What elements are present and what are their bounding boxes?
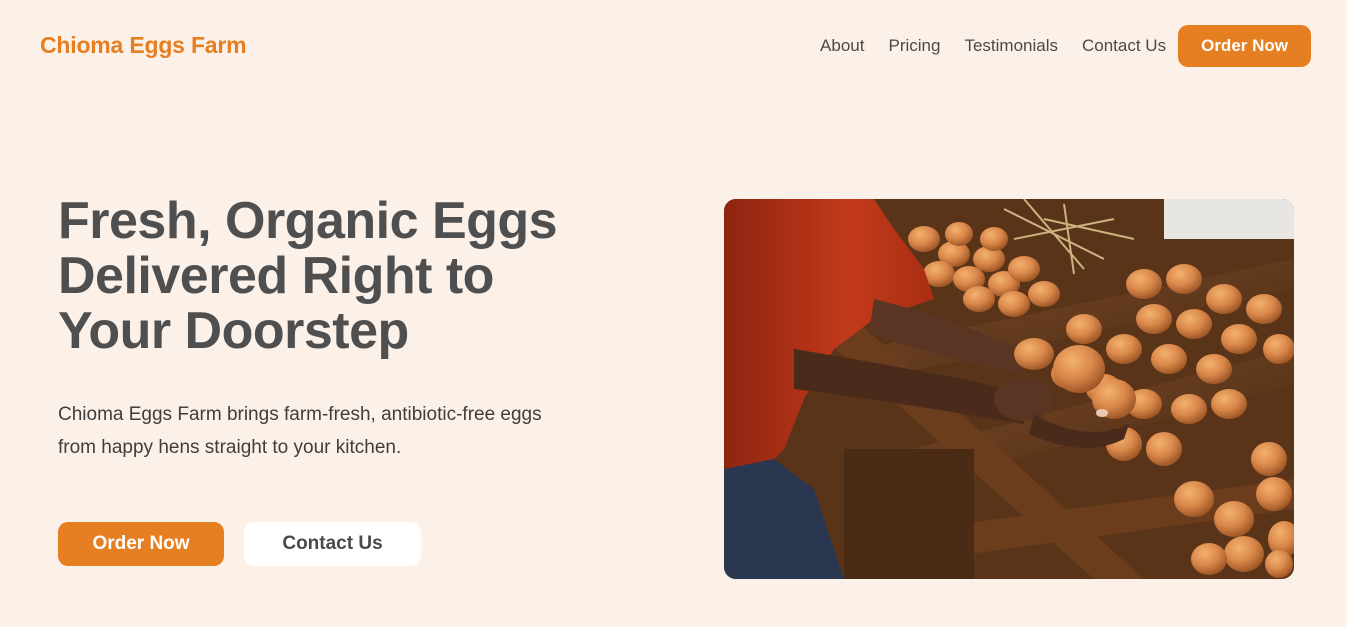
nav-link-contact[interactable]: Contact Us <box>1082 36 1166 56</box>
nav-link-pricing[interactable]: Pricing <box>888 36 940 56</box>
eggs-photo-illustration <box>724 199 1294 579</box>
hero-order-now-button[interactable]: Order Now <box>58 522 224 566</box>
hero-description-line: Chioma Eggs Farm brings farm-fresh, anti… <box>58 404 542 425</box>
hero-title: Fresh, Organic Eggs Delivered Right to Y… <box>58 194 678 359</box>
main-nav: About Pricing Testimonials Contact Us Or… <box>820 25 1311 67</box>
hero-title-line: Delivered Right to <box>58 247 494 305</box>
brand-logo[interactable]: Chioma Eggs Farm <box>40 32 247 59</box>
hero-title-line: Your Doorstep <box>58 302 409 360</box>
nav-link-about[interactable]: About <box>820 36 864 56</box>
hero-actions: Order Now Contact Us <box>58 522 421 566</box>
header-order-now-button[interactable]: Order Now <box>1178 25 1311 67</box>
nav-link-testimonials[interactable]: Testimonials <box>964 36 1058 56</box>
hero-contact-us-button[interactable]: Contact Us <box>244 522 421 566</box>
hero-description: Chioma Eggs Farm brings farm-fresh, anti… <box>58 398 658 464</box>
hero-title-line: Fresh, Organic Eggs <box>58 192 558 250</box>
hero-image-eggs <box>724 199 1294 579</box>
hero-description-line: from happy hens straight to your kitchen… <box>58 437 402 458</box>
